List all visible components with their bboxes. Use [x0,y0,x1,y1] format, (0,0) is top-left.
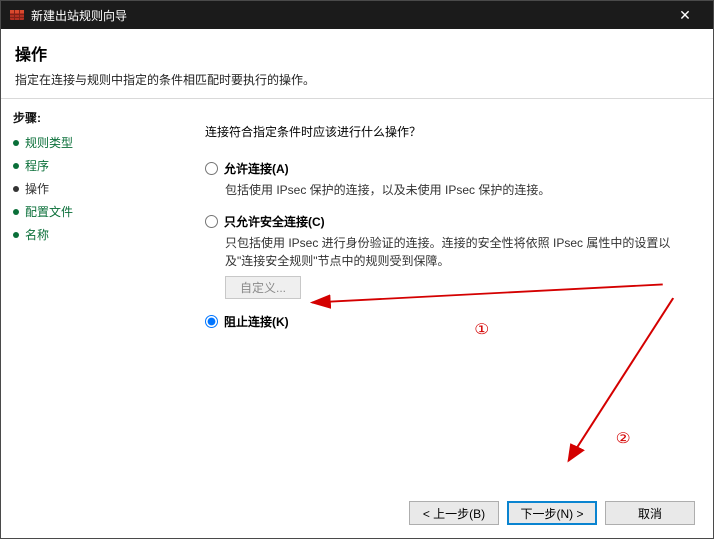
wizard-footer: < 上一步(B) 下一步(N) > 取消 [1,488,713,538]
firewall-icon [9,7,25,23]
customize-button: 自定义... [225,276,301,299]
cancel-button[interactable]: 取消 [605,501,695,525]
wizard-content: 连接符合指定条件时应该进行什么操作？ 允许连接(A) 包括使用 IPsec 保护… [181,99,713,488]
step-program[interactable]: 程序 [13,157,171,174]
option-block-row[interactable]: 阻止连接(K) [205,313,689,330]
step-label: 配置文件 [25,203,73,220]
option-allow-secure-label: 只允许安全连接(C) [224,213,325,230]
bullet-icon [13,232,19,238]
option-allow-secure-row[interactable]: 只允许安全连接(C) [205,213,689,230]
step-label: 名称 [25,226,49,243]
steps-title: 步骤: [13,109,171,126]
option-allow-row[interactable]: 允许连接(A) [205,160,689,177]
wizard-header: 操作 指定在连接与规则中指定的条件相匹配时要执行的操作。 [1,29,713,99]
step-label: 程序 [25,157,49,174]
back-button[interactable]: < 上一步(B) [409,501,499,525]
option-allow-secure-desc: 只包括使用 IPsec 进行身份验证的连接。连接的安全性将依照 IPsec 属性… [225,234,689,270]
page-subtitle: 指定在连接与规则中指定的条件相匹配时要执行的操作。 [15,71,699,88]
titlebar: 新建出站规则向导 ✕ [1,1,713,29]
close-button[interactable]: ✕ [665,1,705,29]
bullet-icon [13,140,19,146]
option-allow-label: 允许连接(A) [224,160,289,177]
radio-allow[interactable] [205,162,218,175]
wizard-window: 新建出站规则向导 ✕ 操作 指定在连接与规则中指定的条件相匹配时要执行的操作。 … [0,0,714,539]
window-title: 新建出站规则向导 [31,7,665,24]
wizard-body: 步骤: 规则类型 程序 操作 配置文件 名称 [1,99,713,488]
steps-sidebar: 步骤: 规则类型 程序 操作 配置文件 名称 [1,99,181,488]
step-label: 操作 [25,180,49,197]
question-text: 连接符合指定条件时应该进行什么操作？ [205,123,689,140]
option-allow: 允许连接(A) 包括使用 IPsec 保护的连接，以及未使用 IPsec 保护的… [205,160,689,199]
step-name[interactable]: 名称 [13,226,171,243]
option-allow-desc: 包括使用 IPsec 保护的连接，以及未使用 IPsec 保护的连接。 [225,181,689,199]
option-block: 阻止连接(K) [205,313,689,330]
radio-block[interactable] [205,315,218,328]
step-profile[interactable]: 配置文件 [13,203,171,220]
step-rule-type[interactable]: 规则类型 [13,134,171,151]
option-allow-secure: 只允许安全连接(C) 只包括使用 IPsec 进行身份验证的连接。连接的安全性将… [205,213,689,299]
page-title: 操作 [15,41,699,65]
annotation-mark-2: ② [616,431,631,447]
bullet-icon [13,163,19,169]
step-action[interactable]: 操作 [13,180,171,197]
next-button[interactable]: 下一步(N) > [507,501,597,525]
bullet-icon [13,209,19,215]
radio-allow-secure[interactable] [205,215,218,228]
option-block-label: 阻止连接(K) [224,313,289,330]
bullet-icon [13,186,19,192]
step-label: 规则类型 [25,134,73,151]
